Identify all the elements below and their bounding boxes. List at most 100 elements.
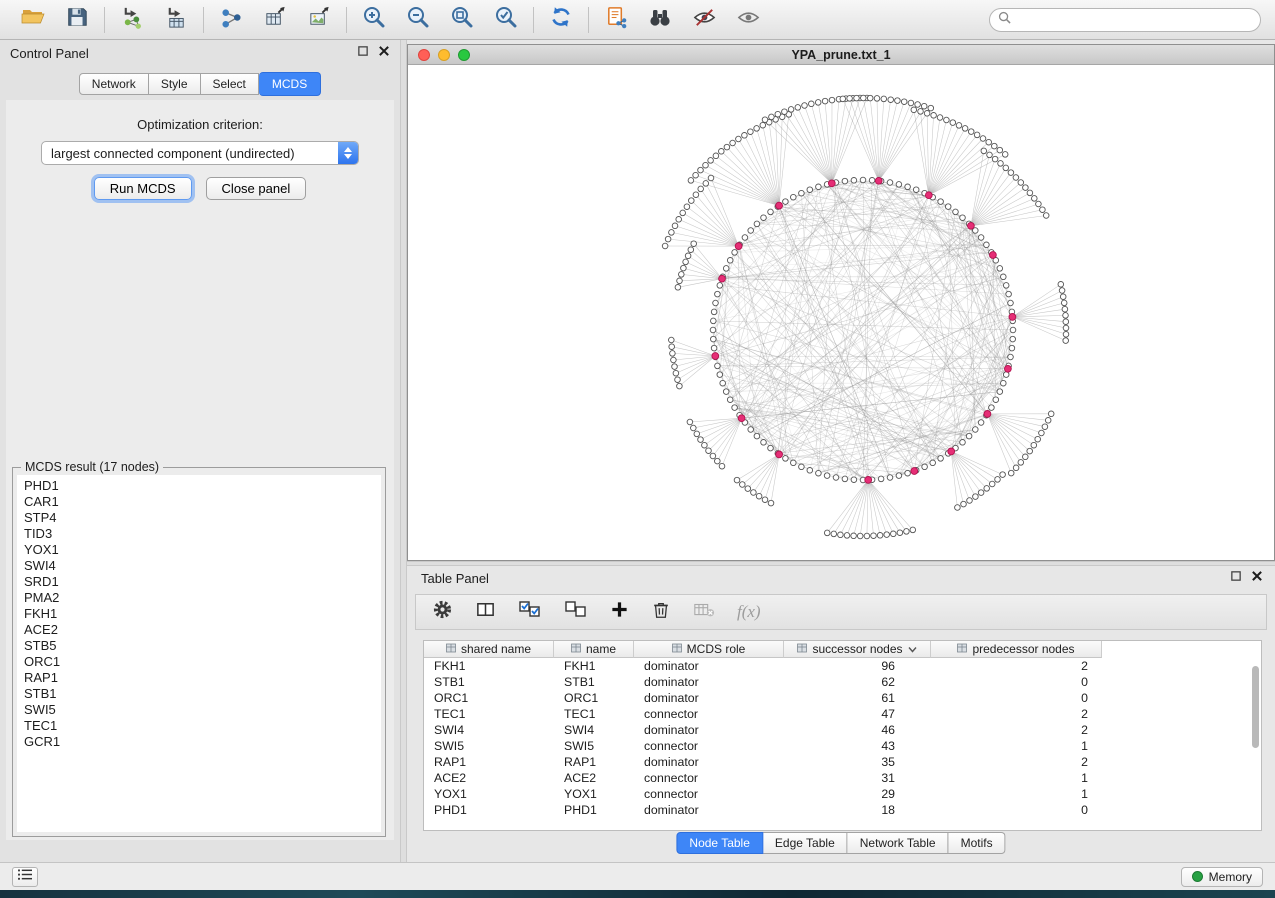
column-header-mcds-role[interactable]: MCDS role (634, 641, 784, 658)
cell-mcds-role[interactable]: connector (634, 770, 784, 786)
tab-motifs[interactable]: Motifs (949, 832, 1006, 854)
network-window-titlebar[interactable]: YPA_prune.txt_1 (408, 45, 1274, 65)
mcds-result-node[interactable]: ORC1 (24, 654, 381, 670)
cell-name[interactable]: SWI5 (554, 738, 634, 754)
tab-network[interactable]: Network (79, 73, 149, 95)
mcds-result-node[interactable]: FKH1 (24, 606, 381, 622)
cell-successor-nodes[interactable]: 61 (784, 690, 931, 706)
cell-successor-nodes[interactable]: 47 (784, 706, 931, 722)
mcds-result-node[interactable]: YOX1 (24, 542, 381, 558)
cell-shared-name[interactable]: TEC1 (424, 706, 554, 722)
zoom-out-button[interactable] (398, 4, 438, 36)
cell-successor-nodes[interactable]: 35 (784, 754, 931, 770)
cell-successor-nodes[interactable]: 96 (784, 658, 931, 674)
table-row[interactable]: YOX1YOX1connector291 (424, 786, 1261, 802)
mcds-result-node[interactable]: STP4 (24, 510, 381, 526)
search-network-button[interactable] (640, 4, 680, 36)
cell-mcds-role[interactable]: dominator (634, 690, 784, 706)
cell-mcds-role[interactable]: connector (634, 738, 784, 754)
cell-successor-nodes[interactable]: 46 (784, 722, 931, 738)
vertical-splitter[interactable] (400, 40, 407, 862)
mcds-result-node[interactable]: RAP1 (24, 670, 381, 686)
table-row[interactable]: RAP1RAP1dominator352 (424, 754, 1261, 770)
tab-style[interactable]: Style (149, 73, 201, 95)
import-table-button[interactable] (156, 4, 196, 36)
cell-name[interactable]: RAP1 (554, 754, 634, 770)
cell-shared-name[interactable]: PHD1 (424, 802, 554, 818)
cell-shared-name[interactable]: SWI5 (424, 738, 554, 754)
mcds-result-node[interactable]: SRD1 (24, 574, 381, 590)
mcds-result-node[interactable]: STB5 (24, 638, 381, 654)
cell-predecessor-nodes[interactable]: 2 (931, 658, 1102, 674)
table-scrollbar[interactable] (1252, 666, 1259, 748)
mcds-result-node[interactable]: SWI4 (24, 558, 381, 574)
mcds-result-node[interactable]: ACE2 (24, 622, 381, 638)
close-panel-button[interactable] (1251, 569, 1263, 587)
mcds-result-node[interactable]: TID3 (24, 526, 381, 542)
cell-shared-name[interactable]: YOX1 (424, 786, 554, 802)
run-mcds-button[interactable]: Run MCDS (94, 177, 192, 200)
cell-shared-name[interactable]: SWI4 (424, 722, 554, 738)
table-row[interactable]: STB1STB1dominator620 (424, 674, 1261, 690)
cell-name[interactable]: STB1 (554, 674, 634, 690)
cell-successor-nodes[interactable]: 18 (784, 802, 931, 818)
window-close-button[interactable] (418, 49, 430, 61)
export-image-button[interactable] (299, 4, 339, 36)
cell-predecessor-nodes[interactable]: 1 (931, 770, 1102, 786)
cell-predecessor-nodes[interactable]: 2 (931, 754, 1102, 770)
network-canvas[interactable] (408, 65, 1274, 560)
zoom-in-button[interactable] (354, 4, 394, 36)
table-row[interactable]: SWI5SWI5connector431 (424, 738, 1261, 754)
mcds-result-node[interactable]: PMA2 (24, 590, 381, 606)
tab-select[interactable]: Select (201, 73, 259, 95)
search-box[interactable] (989, 8, 1261, 32)
cell-mcds-role[interactable]: connector (634, 706, 784, 722)
close-panel-button[interactable] (378, 44, 390, 62)
cell-predecessor-nodes[interactable]: 0 (931, 802, 1102, 818)
cell-successor-nodes[interactable]: 29 (784, 786, 931, 802)
cell-shared-name[interactable]: RAP1 (424, 754, 554, 770)
cell-successor-nodes[interactable]: 43 (784, 738, 931, 754)
show-all-button[interactable] (728, 4, 768, 36)
hide-selected-button[interactable] (684, 4, 724, 36)
delete-column-button[interactable] (651, 600, 671, 625)
tab-node-table[interactable]: Node Table (676, 832, 763, 854)
cell-name[interactable]: ORC1 (554, 690, 634, 706)
cell-mcds-role[interactable]: connector (634, 786, 784, 802)
cell-name[interactable]: ACE2 (554, 770, 634, 786)
table-row[interactable]: ACE2ACE2connector311 (424, 770, 1261, 786)
open-session-button[interactable] (13, 4, 53, 36)
cell-successor-nodes[interactable]: 62 (784, 674, 931, 690)
cell-predecessor-nodes[interactable]: 1 (931, 786, 1102, 802)
column-header-successor-nodes[interactable]: successor nodes (784, 641, 931, 658)
add-column-button[interactable] (610, 600, 629, 624)
zoom-fit-button[interactable] (442, 4, 482, 36)
table-row[interactable]: PHD1PHD1dominator180 (424, 802, 1261, 818)
cell-mcds-role[interactable]: dominator (634, 674, 784, 690)
float-panel-button[interactable] (1230, 569, 1242, 587)
table-row[interactable]: SWI4SWI4dominator462 (424, 722, 1261, 738)
share-document-button[interactable] (596, 4, 636, 36)
window-minimize-button[interactable] (438, 49, 450, 61)
cell-name[interactable]: PHD1 (554, 802, 634, 818)
mcds-result-node[interactable]: TEC1 (24, 718, 381, 734)
column-header-name[interactable]: name (554, 641, 634, 658)
cell-shared-name[interactable]: FKH1 (424, 658, 554, 674)
memory-button[interactable]: Memory (1181, 867, 1263, 887)
cell-shared-name[interactable]: ACE2 (424, 770, 554, 786)
deselect-all-button[interactable] (564, 599, 588, 626)
column-header-shared-name[interactable]: shared name (424, 641, 554, 658)
cell-mcds-role[interactable]: dominator (634, 722, 784, 738)
tab-mcds[interactable]: MCDS (259, 72, 321, 96)
refresh-button[interactable] (541, 4, 581, 36)
save-session-button[interactable] (57, 4, 97, 36)
tab-network-table[interactable]: Network Table (848, 832, 949, 854)
cell-mcds-role[interactable]: dominator (634, 754, 784, 770)
mcds-result-node[interactable]: CAR1 (24, 494, 381, 510)
cell-predecessor-nodes[interactable]: 0 (931, 690, 1102, 706)
cell-successor-nodes[interactable]: 31 (784, 770, 931, 786)
cell-name[interactable]: FKH1 (554, 658, 634, 674)
cell-predecessor-nodes[interactable]: 2 (931, 722, 1102, 738)
cell-mcds-role[interactable]: dominator (634, 802, 784, 818)
table-row[interactable]: TEC1TEC1connector472 (424, 706, 1261, 722)
